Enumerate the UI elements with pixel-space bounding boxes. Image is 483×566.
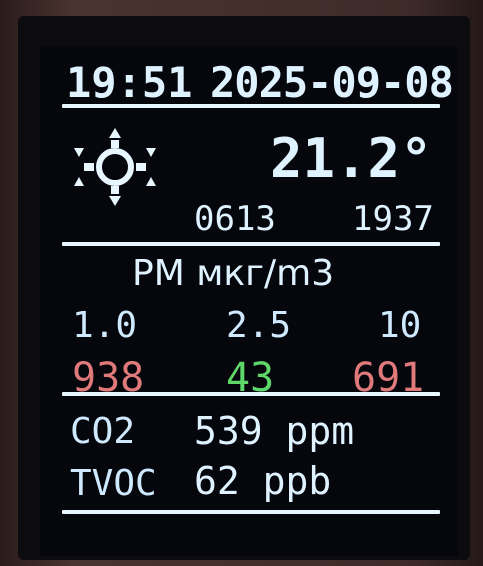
tvoc-label: TVOC	[70, 463, 157, 504]
sunset-time: 1937	[352, 199, 434, 239]
co2-value: 539 ppm	[194, 409, 355, 453]
divider-bottom	[62, 510, 440, 514]
divider-pm	[62, 392, 440, 396]
clock-time: 19:51	[66, 58, 193, 107]
tvoc-value: 62 ppb	[194, 459, 332, 503]
co2-label: CO2	[70, 411, 136, 452]
pm-label-2-5: 2.5	[226, 305, 292, 346]
current-date: 2025-09-08	[210, 58, 454, 107]
temperature: 21.2°	[270, 127, 433, 190]
pm-label-1-0: 1.0	[72, 305, 138, 346]
display-screen: 19:51 2025-09-08 21.2° 0613 1937 PM мкг/…	[40, 46, 458, 556]
sunrise-time: 0613	[194, 199, 276, 239]
divider-weather	[62, 242, 440, 246]
pm-label-10: 10	[378, 305, 422, 346]
pm-title: PM мкг/m3	[132, 253, 335, 294]
sun-icon	[70, 126, 160, 208]
divider-top	[62, 104, 440, 108]
